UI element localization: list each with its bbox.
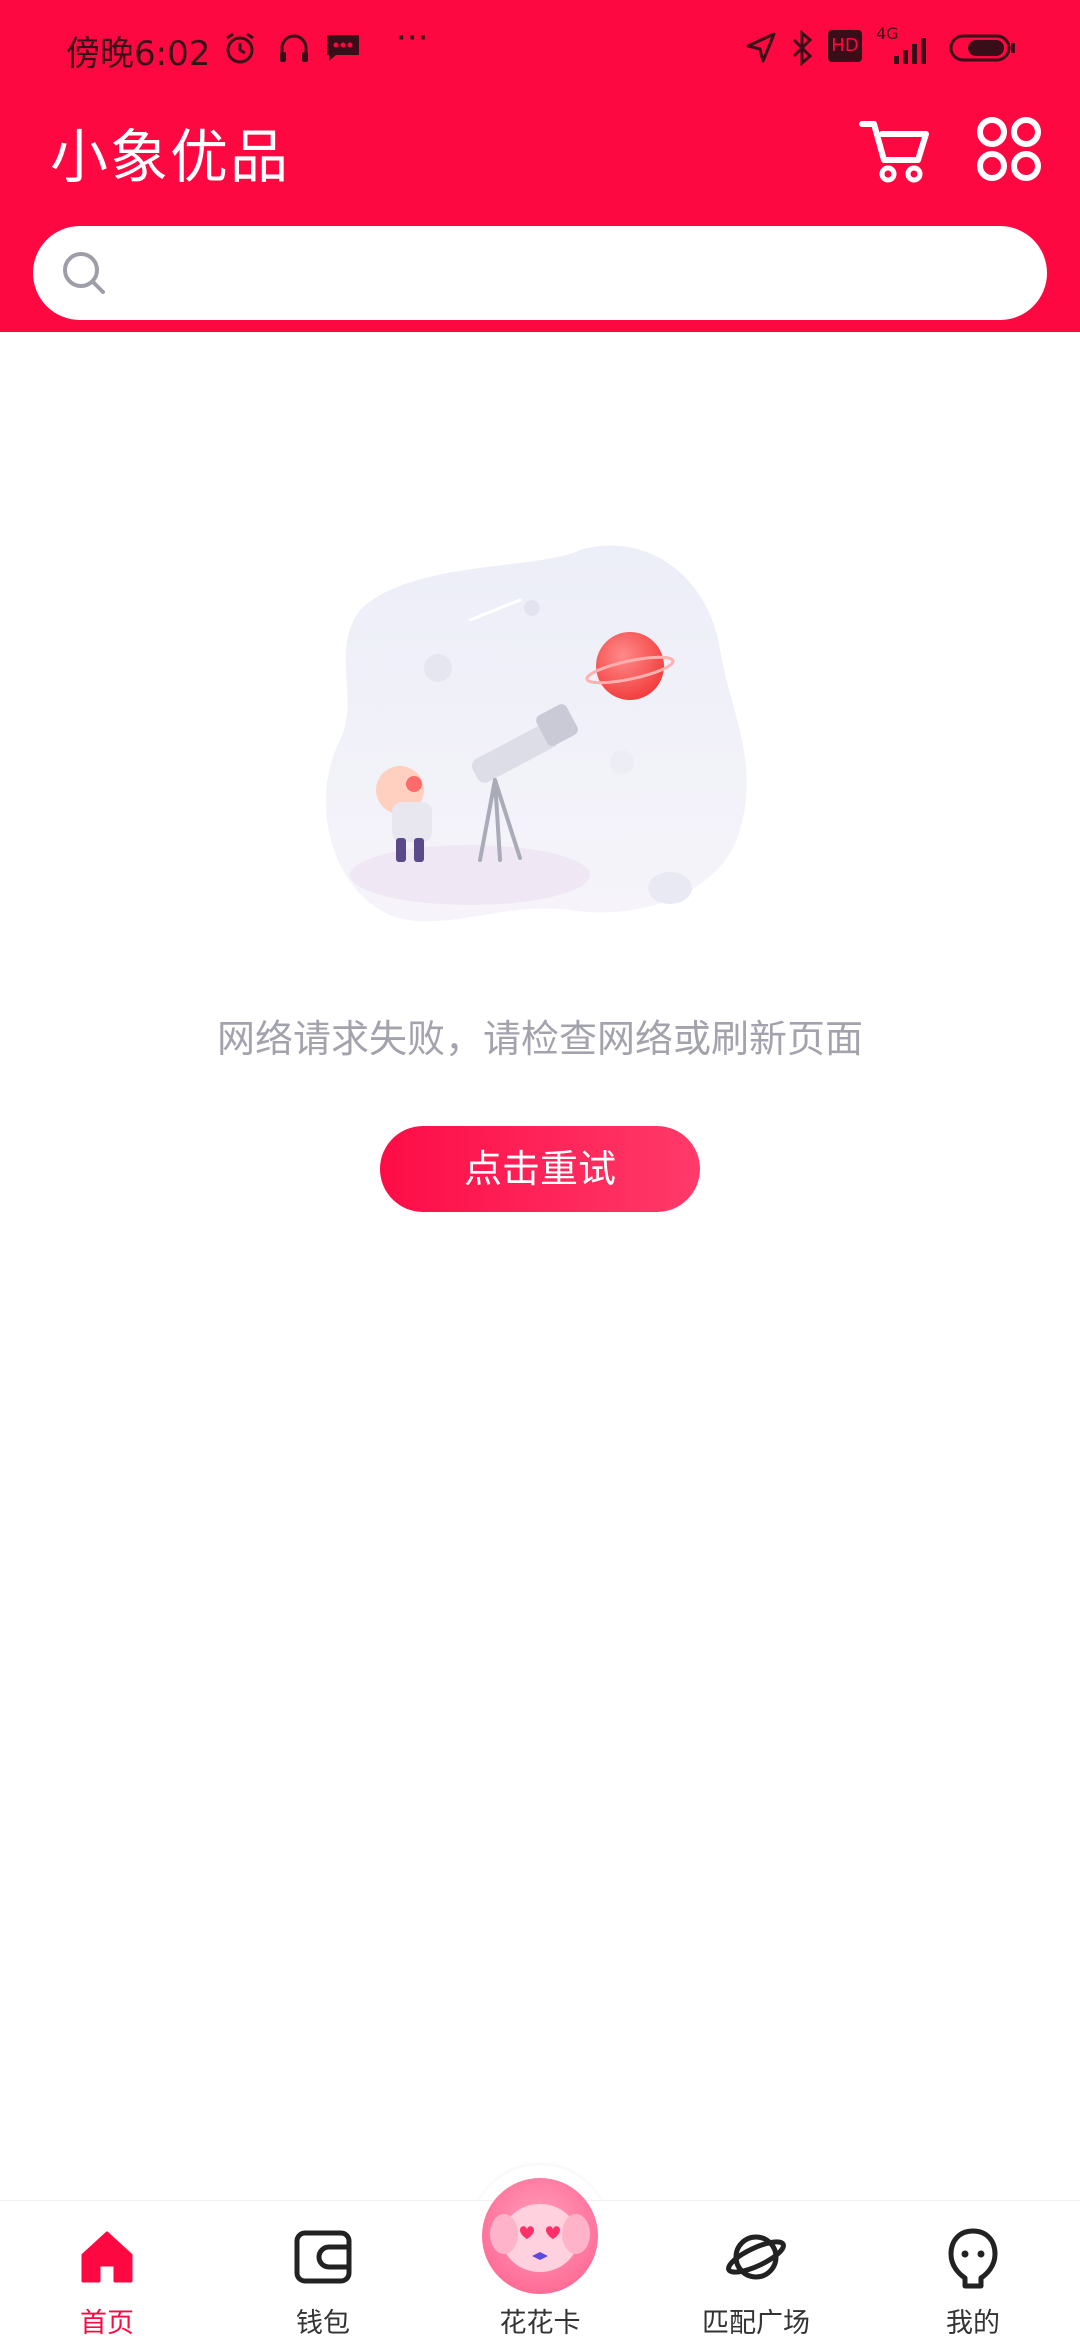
message-icon [324, 30, 362, 70]
hd-badge: HD [828, 30, 862, 62]
cart-icon [856, 121, 936, 194]
alarm-icon [222, 30, 258, 70]
tab-mine[interactable]: 我的 [883, 2201, 1063, 2341]
wallet-icon [293, 2227, 353, 2291]
mascot-icon[interactable] [482, 2178, 598, 2294]
home-icon [77, 2227, 137, 2291]
cart-button[interactable] [856, 110, 936, 190]
bluetooth-icon [790, 29, 814, 70]
headset-icon [276, 30, 312, 70]
search-bar[interactable] [33, 226, 1047, 320]
grid-menu-icon [970, 117, 1050, 194]
tab-home-label: 首页 [80, 2308, 134, 2339]
app-title: 小象优品 [50, 123, 291, 191]
retry-button[interactable]: 点击重试 [380, 1126, 700, 1212]
tab-home[interactable]: 首页 [17, 2201, 197, 2341]
network-error-illustration [320, 540, 760, 960]
tab-huahua-label: 花花卡 [499, 2308, 581, 2339]
more-notifications: ··· [396, 18, 429, 58]
status-time: 傍晚6:02 [66, 34, 211, 74]
status-bar: 傍晚6:02 ··· HD 4G [0, 0, 1080, 100]
tab-wallet-label: 钱包 [296, 2308, 350, 2339]
search-input[interactable] [133, 242, 1017, 304]
menu-button[interactable] [970, 110, 1050, 190]
tab-mine-label: 我的 [946, 2308, 1000, 2339]
location-icon [744, 30, 778, 70]
battery-icon [948, 30, 1018, 70]
error-message: 网络请求失败，请检查网络或刷新页面 [216, 1017, 863, 1061]
tab-match-plaza[interactable]: 匹配广场 [666, 2201, 846, 2341]
planet-icon [724, 2227, 788, 2291]
tab-wallet[interactable]: 钱包 [233, 2201, 413, 2341]
signal-icon [890, 30, 934, 70]
profile-icon [943, 2227, 1003, 2293]
tab-match-label: 匹配广场 [702, 2308, 810, 2339]
search-icon [57, 246, 113, 306]
app-header: 傍晚6:02 ··· HD 4G 小象优品 [0, 0, 1080, 332]
